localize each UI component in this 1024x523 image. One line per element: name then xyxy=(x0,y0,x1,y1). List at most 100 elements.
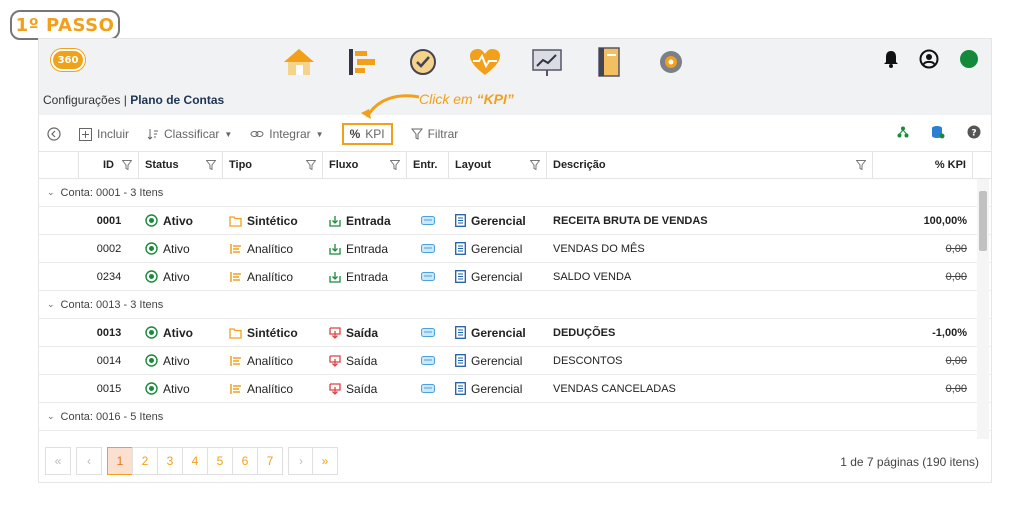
cell-kpi: -1,00% xyxy=(932,326,967,339)
table-row[interactable]: 0001 Ativo Sintético Entrada Gerencial RECEIT… xyxy=(39,207,991,235)
cell-descricao: RECEITA BRUTA DE VENDAS xyxy=(553,214,708,227)
help-icon[interactable]: ? xyxy=(967,125,981,142)
column-filter-icon[interactable] xyxy=(206,160,216,170)
table-row[interactable]: 0002 Ativo Analítico Entrada Gerencial VENDAS… xyxy=(39,235,991,263)
folder-icon xyxy=(229,327,242,339)
cell-descricao: DESCONTOS xyxy=(553,354,623,367)
classificar-dropdown[interactable]: Classificar ▼ xyxy=(147,124,232,144)
prev-page-button[interactable]: ‹ xyxy=(76,447,102,475)
cell-id: 0234 xyxy=(96,270,122,283)
scrollbar-thumb[interactable] xyxy=(979,191,987,251)
notification-bell-icon[interactable] xyxy=(883,50,899,71)
page-3-button[interactable]: 3 xyxy=(157,447,183,475)
cell-fluxo: Entrada xyxy=(323,263,407,290)
cell-status: Ativo xyxy=(139,347,223,374)
next-page-button[interactable]: › xyxy=(288,447,314,475)
home-icon[interactable] xyxy=(279,44,319,80)
col-header-id[interactable]: ID xyxy=(79,152,139,178)
cell-expand xyxy=(39,347,79,374)
app-logo[interactable]: 360 xyxy=(51,49,85,71)
cell-descricao: VENDAS CANCELADAS xyxy=(553,382,676,395)
page-6-button[interactable]: 6 xyxy=(232,447,258,475)
report-sheet-icon xyxy=(455,214,466,227)
page-2-button[interactable]: 2 xyxy=(132,447,158,475)
cell-id: 0001 xyxy=(96,214,122,227)
tree-list-icon xyxy=(229,271,242,283)
active-status-icon xyxy=(145,326,158,339)
grid-scrollbar[interactable] xyxy=(977,179,989,439)
col-header-status[interactable]: Status xyxy=(139,152,223,178)
group-row[interactable]: ⌄ Conta: 0016 - 5 Itens xyxy=(39,403,991,431)
group-row[interactable]: ⌄ Conta: 0001 - 3 Itens xyxy=(39,179,991,207)
col-header-layout[interactable]: Layout xyxy=(449,152,547,178)
page-7-button[interactable]: 7 xyxy=(257,447,283,475)
active-status-icon xyxy=(145,214,158,227)
checklist-clock-icon[interactable] xyxy=(403,44,443,80)
table-row[interactable]: 0234 Ativo Analítico Entrada Gerencial SALDO … xyxy=(39,263,991,291)
breadcrumb-bar: Configurações | Plano de Contas xyxy=(39,85,991,115)
keyboard-icon xyxy=(421,272,435,281)
page-1-button[interactable]: 1 xyxy=(107,447,133,475)
presentation-chart-icon[interactable] xyxy=(527,44,567,80)
chevron-down-icon[interactable]: ⌄ xyxy=(47,187,55,198)
settings-gear-icon[interactable] xyxy=(651,44,691,80)
chevron-down-icon[interactable]: ⌄ xyxy=(47,299,55,310)
breadcrumb-section[interactable]: Configurações xyxy=(43,93,120,107)
inflow-icon xyxy=(329,271,341,283)
hierarchy-icon[interactable] xyxy=(341,44,381,80)
column-filter-icon[interactable] xyxy=(856,160,866,170)
back-button[interactable] xyxy=(47,124,61,144)
filtrar-button[interactable]: Filtrar xyxy=(410,124,458,144)
table-row[interactable]: 0013 Ativo Sintético Saída Gerencial DEDUÇÕES… xyxy=(39,319,991,347)
classificar-label: Classificar xyxy=(164,127,220,141)
active-status-icon xyxy=(145,354,158,367)
notebook-icon[interactable] xyxy=(589,44,629,80)
integrar-dropdown[interactable]: Integrar ▼ xyxy=(250,124,324,144)
col-header-entr[interactable]: Entr. xyxy=(407,152,449,178)
table-row[interactable]: 0014 Ativo Analítico Saída Gerencial DESCONTO… xyxy=(39,347,991,375)
top-navigation-bar: 360 xyxy=(39,39,991,85)
app-window: 360 Configurações | Plano de Contas Clic… xyxy=(38,38,992,483)
user-area xyxy=(883,49,979,72)
col-header-tipo[interactable]: Tipo xyxy=(223,152,323,178)
col-header-fluxo[interactable]: Fluxo xyxy=(323,152,407,178)
kpi-button[interactable]: % KPI xyxy=(341,123,393,145)
cell-layout: Gerencial xyxy=(449,207,547,234)
last-page-button[interactable]: » xyxy=(312,447,338,475)
column-filter-icon[interactable] xyxy=(390,160,400,170)
kpi-label: KPI xyxy=(365,127,385,141)
outflow-icon xyxy=(329,326,341,339)
grid-body: ⌄ Conta: 0001 - 3 Itens 0001 Ativo Sintético… xyxy=(39,179,991,431)
pagination: « ‹ 1234567 › » xyxy=(45,447,338,475)
plus-box-icon xyxy=(79,127,92,141)
column-filter-icon[interactable] xyxy=(306,160,316,170)
page-5-button[interactable]: 5 xyxy=(207,447,233,475)
table-row[interactable]: 0015 Ativo Analítico Saída Gerencial VENDAS C… xyxy=(39,375,991,403)
col-header-kpi[interactable]: % KPI xyxy=(873,152,973,178)
health-heart-icon[interactable] xyxy=(465,44,505,80)
active-status-icon xyxy=(145,270,158,283)
first-page-button[interactable]: « xyxy=(45,447,71,475)
tree-structure-icon[interactable] xyxy=(897,126,909,141)
group-row[interactable]: ⌄ Conta: 0013 - 3 Itens xyxy=(39,291,991,319)
col-header-descricao[interactable]: Descrição xyxy=(547,152,873,178)
inflow-icon xyxy=(329,215,341,227)
sort-icon xyxy=(147,129,159,140)
grid-toolbar: Incluir Classificar ▼ Integrar ▼ % KPI F… xyxy=(39,121,991,147)
column-filter-icon[interactable] xyxy=(530,160,540,170)
page-4-button[interactable]: 4 xyxy=(182,447,208,475)
cell-descricao: VENDAS DO MÊS xyxy=(553,242,645,255)
incluir-button[interactable]: Incluir xyxy=(79,124,129,144)
column-filter-icon[interactable] xyxy=(122,160,132,170)
outflow-icon xyxy=(329,354,341,367)
user-profile-icon[interactable] xyxy=(919,49,939,72)
annotation-prefix: Click em xyxy=(419,91,477,107)
cell-entr xyxy=(407,263,449,290)
chevron-down-icon[interactable]: ⌄ xyxy=(47,411,55,422)
database-sync-icon[interactable] xyxy=(931,125,945,142)
svg-text:?: ? xyxy=(971,129,976,139)
caret-down-icon: ▼ xyxy=(315,129,324,139)
report-sheet-icon xyxy=(455,354,466,367)
cell-status: Ativo xyxy=(139,207,223,234)
integrar-label: Integrar xyxy=(269,127,311,141)
